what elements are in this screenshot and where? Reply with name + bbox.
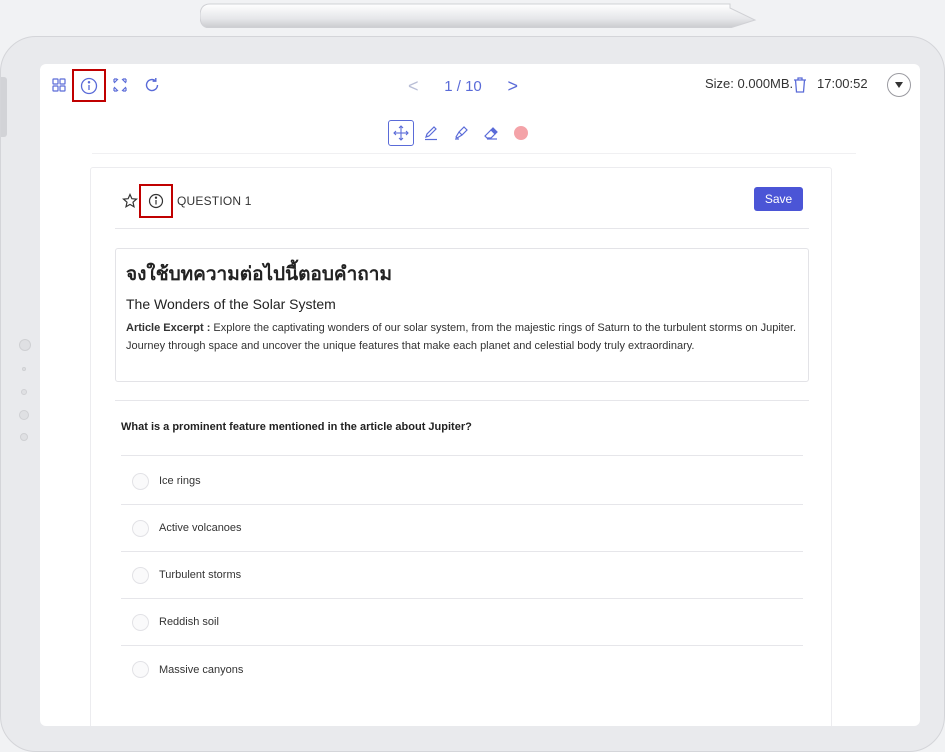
option-label: Reddish soil bbox=[159, 616, 219, 628]
app-screen: < 1 / 10 > Size: 0.000MB. 17:00:52 QUEST… bbox=[40, 64, 920, 726]
article-box: จงใช้บทความต่อไปนี้ตอบคำถาม The Wonders … bbox=[115, 248, 809, 382]
answer-option[interactable]: Turbulent storms bbox=[121, 552, 803, 599]
clock-label: 17:00:52 bbox=[817, 76, 868, 91]
fullscreen-icon[interactable] bbox=[111, 76, 129, 94]
prev-page-button[interactable]: < bbox=[408, 76, 419, 97]
info-icon[interactable] bbox=[139, 184, 173, 218]
stylus-pencil bbox=[200, 3, 757, 28]
radio-button[interactable] bbox=[132, 519, 149, 537]
toolbar-divider bbox=[92, 153, 856, 154]
card-divider bbox=[121, 455, 803, 456]
drawing-toolbar bbox=[388, 120, 538, 146]
star-icon[interactable] bbox=[121, 192, 139, 210]
save-button[interactable]: Save bbox=[754, 187, 803, 211]
grid-icon[interactable] bbox=[50, 76, 68, 94]
menu-dropdown-button[interactable] bbox=[887, 73, 911, 97]
card-divider bbox=[115, 400, 809, 401]
highlighter-icon[interactable] bbox=[448, 120, 474, 146]
radio-button[interactable] bbox=[132, 613, 149, 631]
question-title: QUESTION 1 bbox=[177, 194, 252, 208]
question-prompt: What is a prominent feature mentioned in… bbox=[121, 421, 472, 433]
pen-icon[interactable] bbox=[418, 120, 444, 146]
option-label: Ice rings bbox=[159, 475, 201, 487]
page-current: 1 bbox=[444, 77, 453, 95]
answer-option[interactable]: Reddish soil bbox=[121, 599, 803, 646]
excerpt-label: Article Excerpt : bbox=[126, 322, 211, 334]
side-sensor bbox=[20, 433, 28, 441]
top-toolbar: < 1 / 10 > Size: 0.000MB. 17:00:52 bbox=[40, 64, 920, 110]
excerpt-text: Explore the captivating wonders of our s… bbox=[126, 322, 797, 352]
side-sensor bbox=[19, 339, 31, 351]
next-page-button[interactable]: > bbox=[507, 76, 518, 97]
side-sensor bbox=[19, 410, 29, 420]
info-icon[interactable] bbox=[72, 69, 106, 102]
option-label: Active volcanoes bbox=[159, 522, 242, 534]
page-separator: / bbox=[456, 77, 461, 95]
article-heading: จงใช้บทความต่อไปนี้ตอบคำถาม bbox=[126, 263, 392, 285]
color-swatch[interactable] bbox=[508, 120, 534, 146]
page-total: 10 bbox=[465, 77, 482, 95]
side-sensor bbox=[21, 389, 27, 395]
pagination: < 1 / 10 > bbox=[408, 73, 518, 99]
answer-options: Ice rings Active volcanoes Turbulent sto… bbox=[121, 458, 803, 693]
article-excerpt: Article Excerpt : Explore the captivatin… bbox=[126, 319, 798, 355]
move-icon[interactable] bbox=[388, 120, 414, 146]
volume-button bbox=[1, 77, 7, 137]
chevron-down-icon bbox=[895, 82, 903, 88]
option-label: Massive canyons bbox=[159, 663, 244, 676]
answer-option[interactable]: Active volcanoes bbox=[121, 505, 803, 552]
radio-button[interactable] bbox=[132, 472, 149, 490]
article-subheading: The Wonders of the Solar System bbox=[126, 296, 336, 312]
card-divider bbox=[115, 228, 809, 229]
page-indicator: 1 / 10 bbox=[444, 78, 482, 95]
answer-option[interactable]: Ice rings bbox=[121, 458, 803, 505]
file-size-label: Size: 0.000MB. bbox=[705, 76, 794, 91]
side-sensor bbox=[22, 367, 26, 371]
trash-icon[interactable] bbox=[791, 75, 809, 95]
radio-button[interactable] bbox=[132, 661, 149, 678]
refresh-icon[interactable] bbox=[142, 75, 162, 95]
question-card: QUESTION 1 Save จงใช้บทความต่อไปนี้ตอบคำ… bbox=[90, 167, 832, 726]
radio-button[interactable] bbox=[132, 566, 149, 584]
question-header: QUESTION 1 bbox=[121, 184, 252, 218]
option-label: Turbulent storms bbox=[159, 569, 242, 581]
answer-option[interactable]: Massive canyons bbox=[121, 646, 803, 693]
eraser-icon[interactable] bbox=[478, 120, 504, 146]
